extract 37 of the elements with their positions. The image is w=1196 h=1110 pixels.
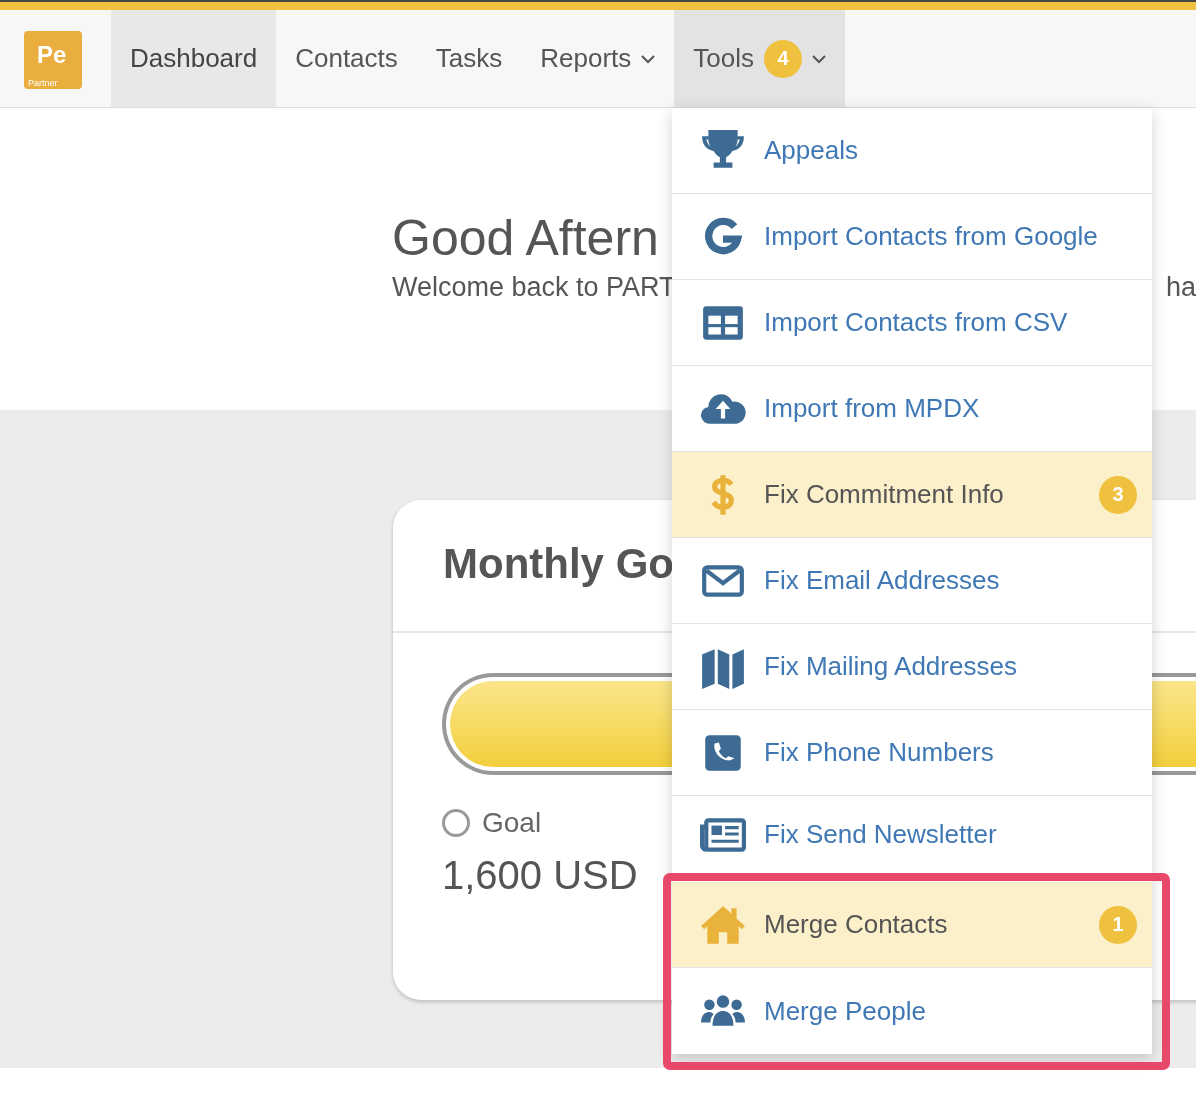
menu-item[interactable]: Fix Commitment Info 3: [672, 452, 1152, 538]
menu-item-label: Import Contacts from Google: [764, 221, 1099, 252]
menu-item[interactable]: Fix Send Newsletter: [672, 796, 1152, 873]
goal-amount: 1,600 USD: [442, 853, 639, 898]
menu-item-label: Appeals: [764, 135, 859, 166]
nav-tab[interactable]: Reports: [521, 10, 675, 107]
greeting-heading: Good Aftern: [392, 209, 659, 268]
menu-item-label: Merge People: [764, 995, 927, 1027]
menu-item-label: Fix Send Newsletter: [764, 819, 998, 850]
count-badge: 3: [1099, 475, 1137, 514]
count-badge: 4: [764, 39, 803, 78]
logo-subtext: Partner: [28, 78, 58, 88]
nav-tab[interactable]: Contacts: [276, 10, 417, 107]
menu-item-label: Merge Contacts: [764, 909, 949, 940]
menu-item[interactable]: Merge People: [672, 968, 1152, 1054]
nav-tab[interactable]: Tasks: [416, 10, 522, 107]
menu-item[interactable]: Fix Email Addresses: [672, 538, 1152, 624]
menu-item-label: Fix Commitment Info: [764, 479, 1005, 510]
menu-item[interactable]: Fix Mailing Addresses: [672, 624, 1152, 710]
menu-item-label: Fix Mailing Addresses: [764, 651, 1018, 682]
menu-item-label: Import from MPDX: [764, 393, 981, 424]
menu-item-label: Fix Email Addresses: [764, 565, 1001, 596]
count-badge: 1: [1099, 905, 1137, 944]
logo-text: Pe: [37, 41, 67, 69]
welcome-text: ha: [1165, 272, 1196, 303]
menu-item[interactable]: Import Contacts from CSV: [672, 280, 1152, 366]
menu-item[interactable]: Appeals: [672, 108, 1152, 194]
menu-item[interactable]: Import Contacts from Google: [672, 194, 1152, 280]
menu-item[interactable]: Merge Contacts 1: [672, 882, 1152, 968]
nav-tab[interactable]: Tools 4: [674, 10, 846, 107]
nav-tab[interactable]: Dashboard: [111, 10, 277, 107]
menu-item-label: Fix Phone Numbers: [764, 737, 995, 768]
menu-item[interactable]: Fix Phone Numbers: [672, 710, 1152, 796]
menu-item-label: Import Contacts from CSV: [764, 307, 1069, 338]
card-title: Monthly Go: [443, 540, 674, 588]
goal-radio[interactable]: [442, 809, 470, 837]
goal-label: Goal: [482, 807, 542, 839]
